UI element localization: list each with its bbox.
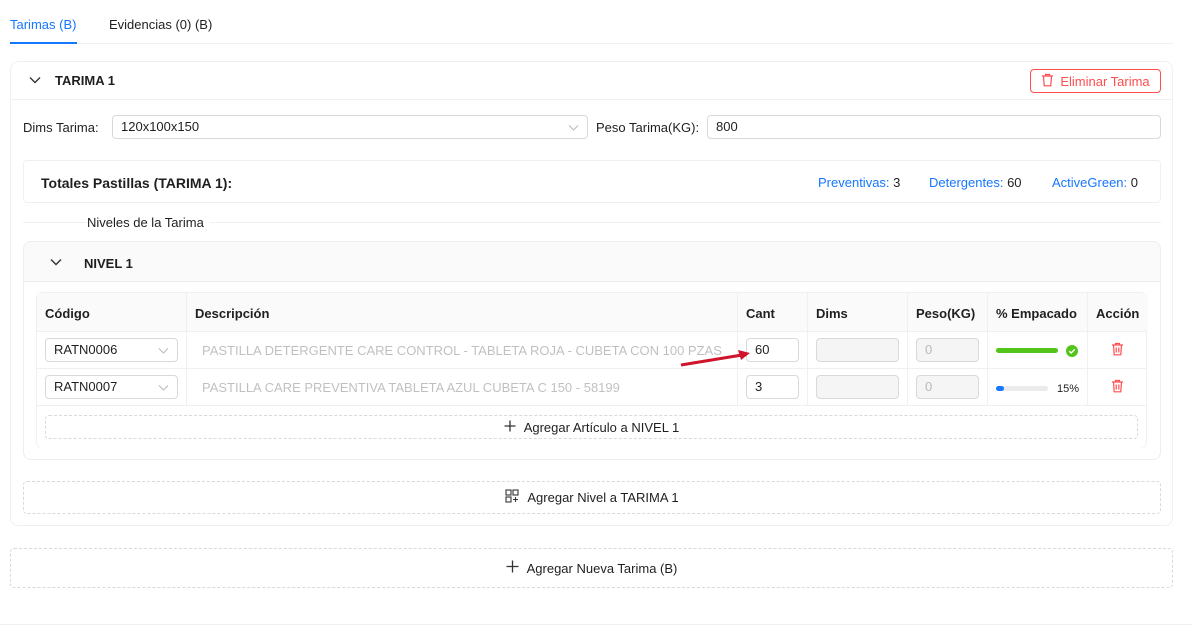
empacado-progress: [996, 386, 1048, 391]
peso-value: 0: [925, 379, 933, 394]
annotation-arrow-icon: [680, 350, 750, 367]
col-codigo: Código: [37, 293, 187, 331]
chevron-down-icon: [158, 382, 169, 396]
peso-value: 0: [925, 342, 933, 357]
tab-bar: Tarimas (B) Evidencias (0) (B): [10, 0, 1173, 44]
niveles-label: Niveles de la Tarima: [87, 215, 210, 230]
plus-icon: [506, 560, 519, 576]
articles-table: Código Descripción Cant Dims Peso(KG) % …: [36, 292, 1148, 448]
progress-fill: [996, 348, 1058, 353]
empacado-progress: [996, 348, 1058, 353]
empacado-percent: 15%: [1057, 383, 1080, 395]
chevron-down-icon: [158, 345, 169, 359]
add-nivel-icon: [505, 489, 519, 506]
total-preventivas: Preventivas: 3: [818, 175, 901, 190]
add-tarima-button[interactable]: Agregar Nueva Tarima (B): [10, 548, 1173, 588]
delete-tarima-label: Eliminar Tarima: [1060, 73, 1150, 89]
cant-input[interactable]: 3: [746, 375, 799, 399]
col-peso: Peso(KG): [908, 293, 988, 331]
nivel-body: Código Descripción Cant Dims Peso(KG) % …: [24, 282, 1160, 459]
chevron-down-icon: [568, 122, 579, 136]
add-article-row: Agregar Artículo a NIVEL 1: [37, 405, 1146, 448]
cant-value: 60: [755, 342, 770, 357]
descripcion-text: PASTILLA CARE PREVENTIVA TABLETA AZUL CU…: [202, 380, 620, 395]
col-dims: Dims: [808, 293, 908, 331]
progress-fill: [996, 386, 1004, 391]
dims-input: [816, 375, 899, 399]
tarima-card: TARIMA 1 Eliminar Tarima Dims Tarima: 12…: [10, 61, 1173, 526]
table-row: RATN0006 PASTILLA DETERGENTE CARE CONTRO…: [37, 331, 1146, 368]
dims-tarima-value: 120x100x150: [121, 119, 200, 134]
codigo-select[interactable]: RATN0007: [45, 375, 178, 399]
delete-tarima-button[interactable]: Eliminar Tarima: [1030, 69, 1161, 93]
col-descripcion: Descripción: [187, 293, 738, 331]
tarima-header[interactable]: TARIMA 1 Eliminar Tarima: [11, 62, 1172, 100]
table-row: RATN0007 PASTILLA CARE PREVENTIVA TABLET…: [37, 368, 1146, 405]
trash-icon: [1041, 73, 1054, 90]
dims-input: [816, 338, 899, 362]
delete-row-trash-icon[interactable]: [1111, 342, 1124, 359]
tab-tarimas[interactable]: Tarimas (B): [10, 17, 76, 32]
total-activegreen: ActiveGreen: 0: [1052, 175, 1139, 190]
add-article-button[interactable]: Agregar Artículo a NIVEL 1: [45, 415, 1138, 439]
tarima-title: TARIMA 1: [55, 73, 115, 88]
col-cant: Cant: [738, 293, 808, 331]
col-empacado: % Empacado: [988, 293, 1088, 331]
tab-evidencias[interactable]: Evidencias (0) (B): [109, 17, 212, 32]
nivel-panel: NIVEL 1 Código Descripción Cant Dims Pes…: [23, 241, 1161, 460]
peso-tarima-input[interactable]: 800: [707, 115, 1161, 139]
totals-title: Totales Pastillas (TARIMA 1):: [41, 175, 233, 191]
peso-input: 0: [916, 338, 979, 362]
add-article-label: Agregar Artículo a NIVEL 1: [523, 419, 680, 435]
dims-tarima-select[interactable]: 120x100x150: [112, 115, 588, 139]
check-circle-icon: [1066, 344, 1078, 360]
codigo-value: RATN0007: [54, 379, 118, 394]
descripcion-text: PASTILLA DETERGENTE CARE CONTROL - TABLE…: [202, 343, 722, 358]
bottom-divider: [0, 624, 1192, 625]
totals-panel: Totales Pastillas (TARIMA 1): Preventiva…: [23, 160, 1161, 203]
peso-tarima-label: Peso Tarima(KG):: [596, 120, 700, 135]
chevron-down-icon[interactable]: [28, 73, 44, 89]
codigo-value: RATN0006: [54, 342, 118, 357]
nivel-header[interactable]: NIVEL 1: [24, 242, 1160, 282]
codigo-select[interactable]: RATN0006: [45, 338, 178, 362]
plus-icon: [504, 420, 516, 435]
cant-value: 3: [755, 379, 763, 394]
add-nivel-button[interactable]: Agregar Nivel a TARIMA 1: [23, 481, 1161, 514]
nivel-title: NIVEL 1: [84, 256, 133, 271]
delete-row-trash-icon[interactable]: [1111, 379, 1124, 396]
peso-input: 0: [916, 375, 979, 399]
peso-tarima-value: 800: [716, 119, 738, 134]
active-tab-indicator: [10, 42, 77, 44]
col-accion: Acción: [1088, 293, 1148, 331]
add-nivel-label: Agregar Nivel a TARIMA 1: [527, 490, 679, 505]
dims-tarima-label: Dims Tarima:: [23, 120, 99, 135]
add-tarima-label: Agregar Nueva Tarima (B): [526, 560, 678, 576]
total-detergentes: Detergentes: 60: [929, 175, 1022, 190]
chevron-down-icon[interactable]: [49, 255, 65, 271]
